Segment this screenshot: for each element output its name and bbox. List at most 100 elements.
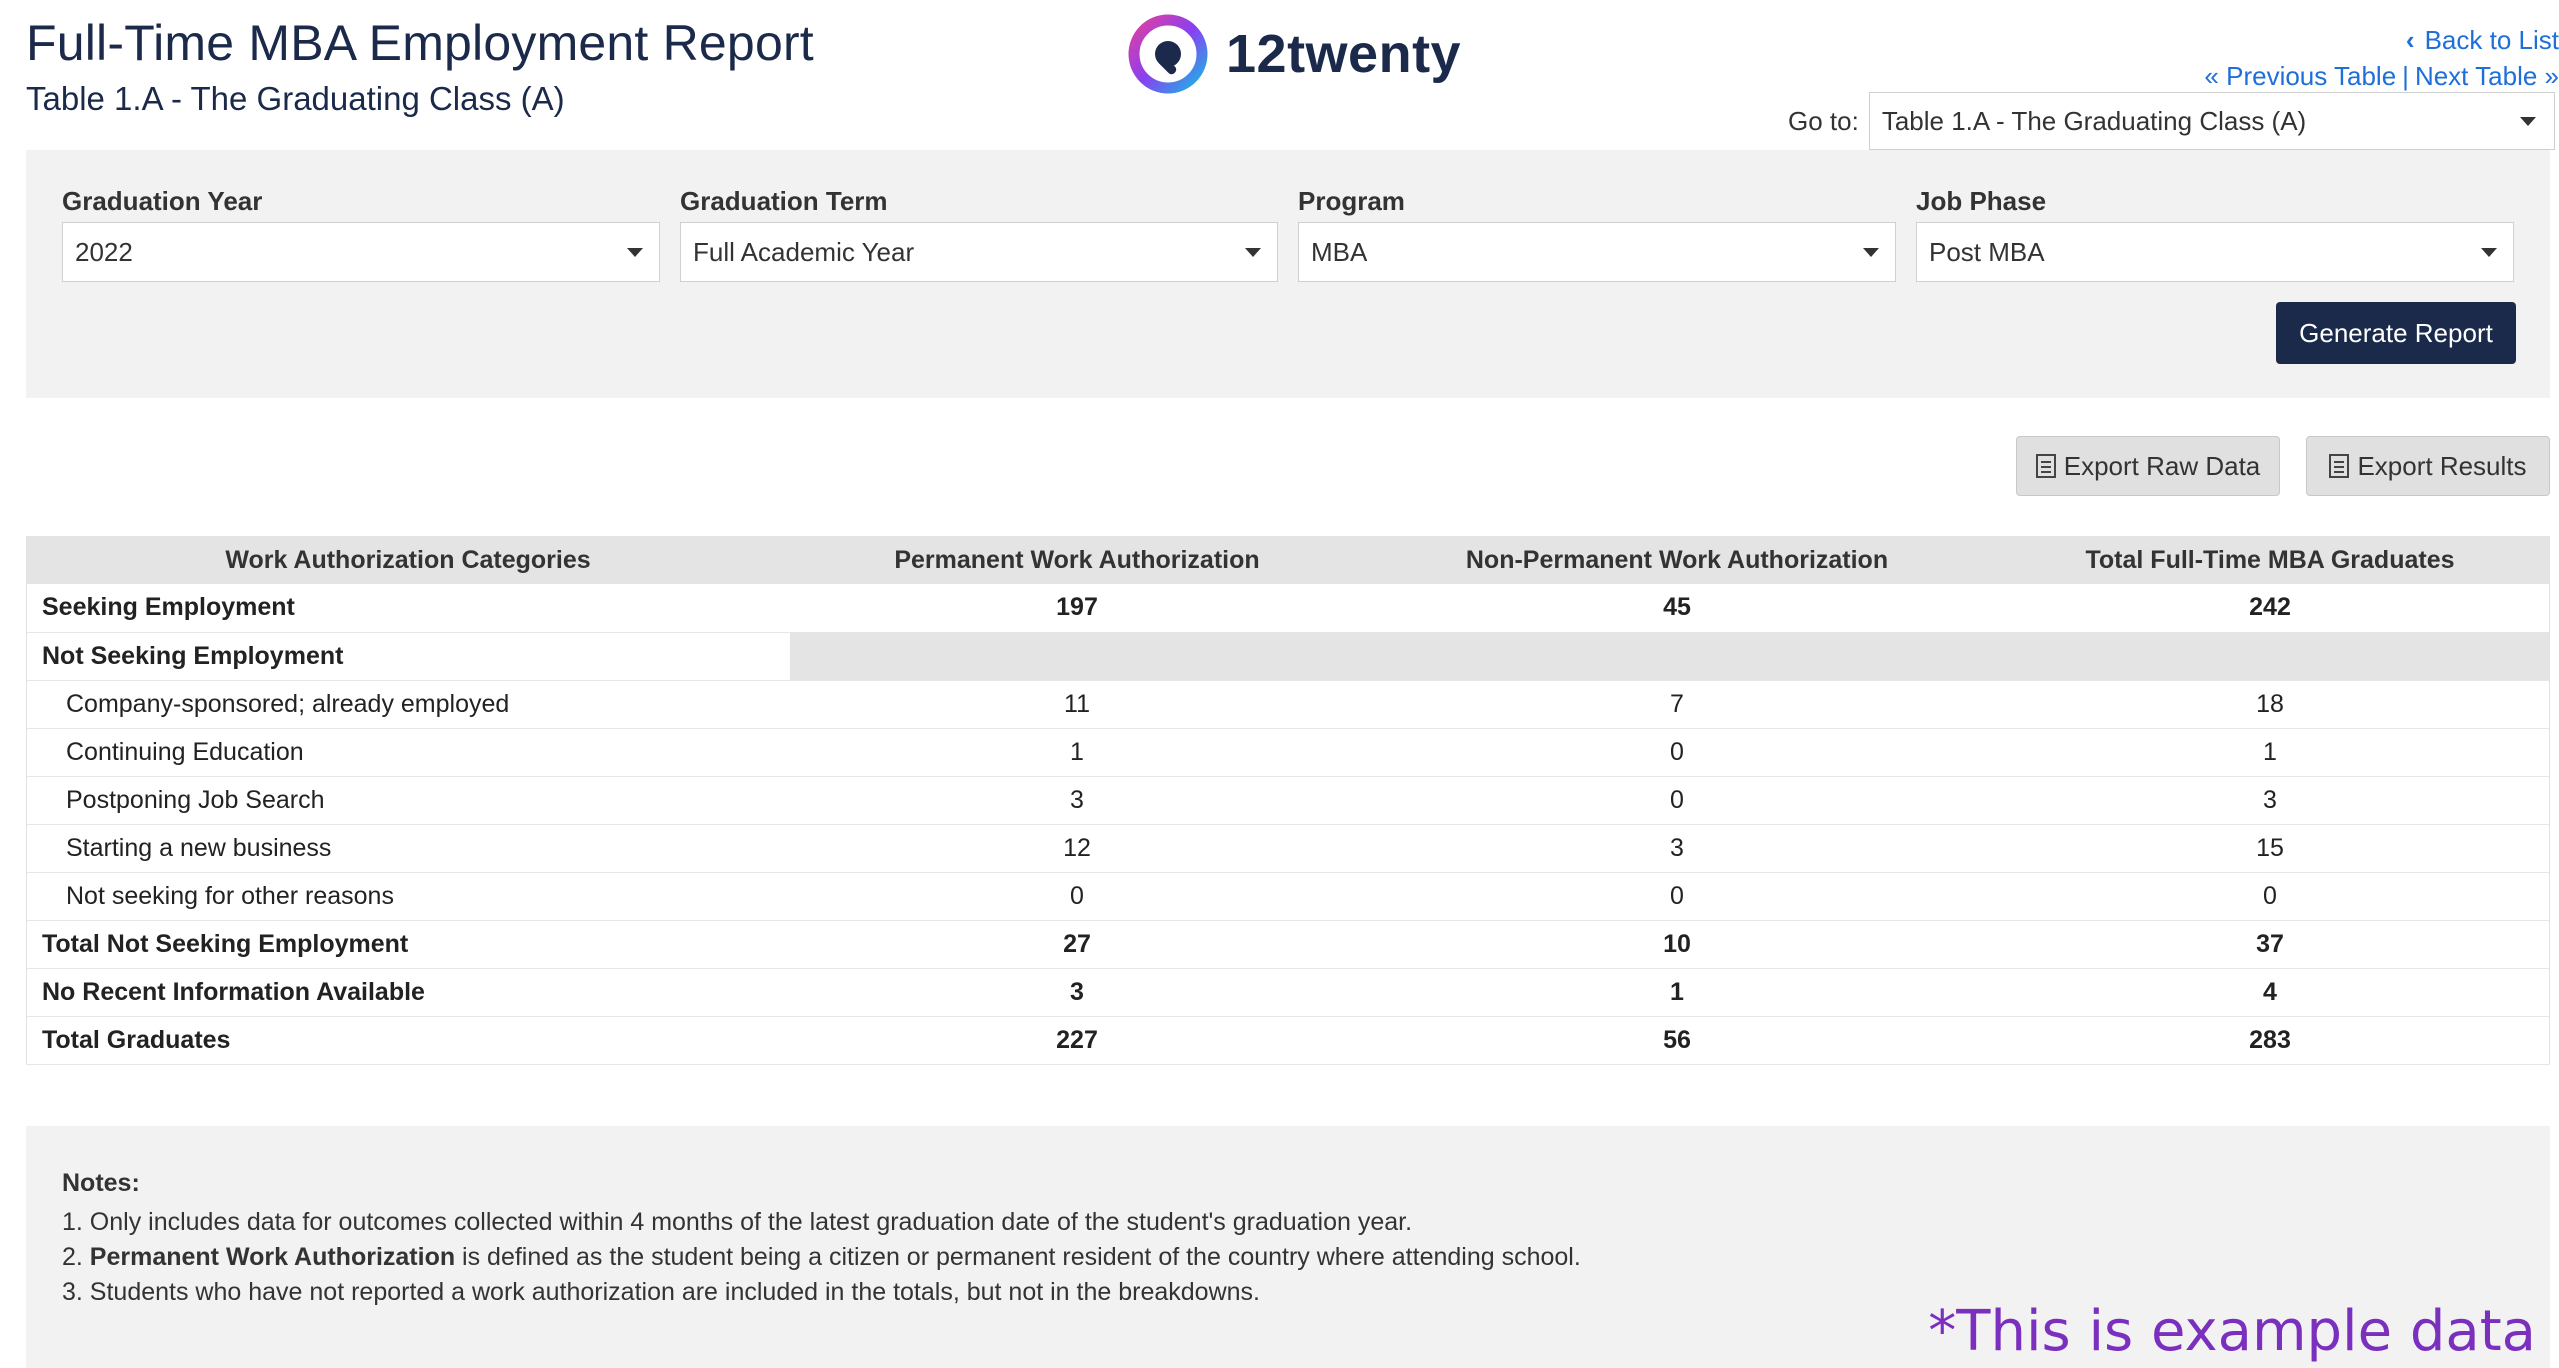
page-title: Full-Time MBA Employment Report [26,15,814,71]
notes-panel: Notes: 1. Only includes data for outcome… [26,1126,2550,1368]
export-raw-data-button[interactable]: Export Raw Data [2016,436,2280,496]
row-label: Company-sponsored; already employed [26,680,790,729]
select-value: Full Academic Year [693,236,915,267]
table-cell: 7 [1364,680,1990,729]
row-label: Total Not Seeking Employment [26,920,790,969]
table-cell [790,632,1364,681]
filter-label: Graduation Term [680,186,888,216]
table-cell: 0 [790,872,1364,921]
table-row: No Recent Information Available 3 1 4 [26,968,2550,1017]
table-cell: 56 [1364,1016,1990,1065]
notes-title: Notes: [62,1169,140,1197]
document-list-icon [2329,454,2350,478]
logo-text: 12twenty [1226,24,1462,84]
table-cell: 197 [790,584,1364,633]
export-results-button[interactable]: Export Results [2306,436,2550,496]
table-cell [1990,632,2550,681]
work-authorization-table: Work Authorization Categories Permanent … [26,536,2550,1065]
back-to-list-label: Back to List [2424,25,2559,55]
table-row: Not Seeking Employment [26,632,2550,681]
row-label: Not seeking for other reasons [26,872,790,921]
goto-selector: Go to: Table 1.A - The Graduating Class … [1788,92,2555,150]
row-label: Total Graduates [26,1016,790,1065]
caret-down-icon [1863,247,1879,257]
table-cell: 45 [1364,584,1990,633]
column-header: Total Full-Time MBA Graduates [1990,536,2550,584]
column-header: Permanent Work Authorization [790,536,1364,584]
filter-program: Program MBA [1298,186,1896,282]
table-cell: 27 [790,920,1364,969]
table-cell: 0 [1990,872,2550,921]
filter-graduation-term: Graduation Term Full Academic Year [680,186,1278,282]
table-row: Not seeking for other reasons 0 0 0 [26,872,2550,921]
table-cell: 1 [790,728,1364,777]
generate-report-button[interactable]: Generate Report [2276,302,2516,364]
select-value: 2022 [75,236,133,267]
export-results-label: Export Results [2357,450,2527,481]
note-2: 2. Permanent Work Authorization is defin… [62,1240,2514,1275]
previous-table-link[interactable]: « Previous Table [2204,61,2396,91]
column-header: Work Authorization Categories [26,536,790,584]
chevron-left-icon: ‹ [2405,25,2415,55]
table-cell: 3 [1364,824,1990,873]
export-raw-data-label: Export Raw Data [2063,450,2261,481]
table-row: Starting a new business 12 3 15 [26,824,2550,873]
table-cell: 10 [1364,920,1990,969]
row-label: Not Seeking Employment [26,632,790,681]
row-label: No Recent Information Available [26,968,790,1017]
select-value: MBA [1311,236,1368,267]
table-cell: 12 [790,824,1364,873]
select-value: Post MBA [1929,236,2045,267]
filter-label: Graduation Year [62,186,263,216]
note-1: 1. Only includes data for outcomes colle… [62,1208,1413,1236]
table-cell: 0 [1364,872,1990,921]
table-row: Total Not Seeking Employment 27 10 37 [26,920,2550,969]
program-select[interactable]: MBA [1298,222,1896,282]
goto-table-select[interactable]: Table 1.A - The Graduating Class (A) [1868,92,2555,150]
note-2-term: Permanent Work Authorization [89,1243,456,1271]
caret-down-icon [627,247,643,257]
page-subtitle: Table 1.A - The Graduating Class (A) [26,80,565,117]
table-cell: 283 [1990,1016,2550,1065]
caret-down-icon [2481,247,2497,257]
link-separator: | [2402,61,2409,91]
table-cell: 37 [1990,920,2550,969]
table-cell: 3 [1990,776,2550,825]
table-cell: 18 [1990,680,2550,729]
back-to-list-link[interactable]: ‹ Back to List [2406,25,2559,55]
table-cell: 3 [790,968,1364,1017]
table-cell: 11 [790,680,1364,729]
job-phase-select[interactable]: Post MBA [1916,222,2514,282]
table-cell: 0 [1364,728,1990,777]
filter-label: Job Phase [1916,186,2047,216]
table-cell: 15 [1990,824,2550,873]
table-cell: 1 [1364,968,1990,1017]
example-data-watermark: *This is example data [1928,1299,2536,1364]
table-cell [1364,632,1990,681]
table-cell: 0 [1364,776,1990,825]
table-row: Continuing Education 1 0 1 [26,728,2550,777]
goto-select-value: Table 1.A - The Graduating Class (A) [1881,105,2307,136]
filter-label: Program [1298,186,1405,216]
filter-graduation-year: Graduation Year 2022 [62,186,660,282]
row-label: Seeking Employment [26,584,790,633]
note-2-prefix: 2. [62,1243,90,1271]
graduation-year-select[interactable]: 2022 [62,222,660,282]
goto-label: Go to: [1788,105,1859,136]
table-navigation: ‹ Back to List « Previous Table | Next Tabl… [1859,22,2559,94]
row-label: Postponing Job Search [26,776,790,825]
logo: 12twenty [1128,14,1461,94]
table-header-row: Work Authorization Categories Permanent … [26,536,2550,584]
table-row: Total Graduates 227 56 283 [26,1016,2550,1065]
logo-icon [1128,14,1208,94]
table-row: Postponing Job Search 3 0 3 [26,776,2550,825]
table-row: Company-sponsored; already employed 11 7 18 [26,680,2550,729]
table-cell: 242 [1990,584,2550,633]
next-table-link[interactable]: Next Table » [2415,61,2559,91]
table-cell: 1 [1990,728,2550,777]
row-label: Starting a new business [26,824,790,873]
document-list-icon [2035,454,2056,478]
row-label: Continuing Education [26,728,790,777]
graduation-term-select[interactable]: Full Academic Year [680,222,1278,282]
table-cell: 4 [1990,968,2550,1017]
